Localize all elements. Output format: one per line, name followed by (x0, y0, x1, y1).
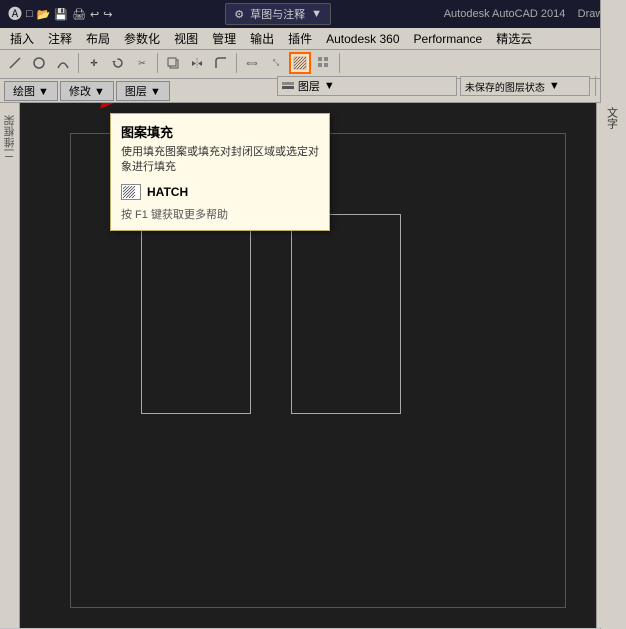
menu-layout[interactable]: 布局 (80, 28, 116, 49)
modify-tab[interactable]: 修改 ▼ (60, 81, 114, 101)
circle-btn[interactable] (28, 52, 50, 74)
arrow-container (100, 103, 130, 113)
menu-insert[interactable]: 插入 (4, 28, 40, 49)
chevron-icon: ▼ (324, 80, 335, 92)
chevron2-icon: ▼ (549, 80, 560, 92)
redo-icon[interactable]: ↪ (103, 8, 112, 21)
sep1 (78, 53, 79, 73)
tooltip-popup: 图案填充 使用填充图案或填充对封闭区域或选定对象进行填充 HATCH (110, 113, 330, 231)
hatch-btn[interactable] (289, 52, 311, 74)
tooltip-command-row: HATCH (121, 184, 319, 200)
title-bar: 🅐 □ 📂 💾 🖨 ↩ ↪ ⚙ 草图与注释 ▼ Autodesk AutoCAD… (0, 0, 626, 28)
sep5 (595, 76, 596, 96)
print-icon[interactable]: 🖨 (72, 8, 86, 21)
modify-tab-label: 修改 ▼ (69, 86, 105, 98)
fillet-btn[interactable] (210, 52, 232, 74)
new-icon[interactable]: □ (26, 8, 33, 20)
workspace-dropdown[interactable]: ⚙ 草图与注释 ▼ (225, 3, 331, 25)
sidebar-label: 二维框架 (2, 115, 18, 159)
menu-parametric[interactable]: 参数化 (118, 28, 166, 49)
canvas-area[interactable]: 图案填充 使用填充图案或填充对封闭区域或选定对象进行填充 HATCH (20, 103, 596, 628)
trim-btn[interactable]: ✂ (131, 52, 153, 74)
chevron-down-icon: ▼ (311, 8, 322, 20)
layer-icon (282, 80, 294, 93)
toolbar-right: 图层 ▼ 未保存的图层状态 ▼ 0 (277, 76, 622, 96)
menu-annotation[interactable]: 注释 (42, 28, 78, 49)
title-right: Autodesk AutoCAD 2014 Drawing (444, 8, 618, 20)
stretch-btn[interactable]: ⟺ (241, 52, 263, 74)
drawing-box-right (291, 214, 401, 414)
move-btn[interactable]: ✛ (83, 52, 105, 74)
menu-performance[interactable]: Performance (408, 30, 489, 48)
text-panel-label: 文字 (604, 107, 620, 129)
main-content: 二维框架 图案填充 使用填充图案或填充对封闭区域或选定对象进行填充 (0, 103, 626, 628)
gear-icon: ⚙ (234, 8, 244, 21)
toolbar-area: ✛ ✂ ⟺ ⤡ (0, 50, 626, 79)
open-icon[interactable]: 📂 (37, 8, 51, 21)
layer-dropdown[interactable]: 图层 ▼ (277, 76, 457, 96)
menu-bar: 插入 注释 布局 参数化 视图 管理 输出 插件 Autodesk 360 Pe… (0, 28, 626, 50)
sep4 (339, 53, 340, 73)
right-panel: 文字 (596, 103, 626, 628)
menu-view[interactable]: 视图 (168, 28, 204, 49)
layer-label: 图层 (298, 78, 320, 94)
layer-tab[interactable]: 图层 ▼ (116, 81, 170, 101)
hatch-command-icon (121, 184, 141, 200)
sep2 (157, 53, 158, 73)
toolbar-row-1: ✛ ✂ ⟺ ⤡ (0, 50, 626, 78)
mirror-btn[interactable] (186, 52, 208, 74)
draw-tab-label: 绘图 ▼ (13, 86, 49, 98)
state-dropdown[interactable]: 未保存的图层状态 ▼ (460, 76, 590, 96)
layer-tab-label: 图层 ▼ (125, 86, 161, 98)
array-btn[interactable] (313, 52, 335, 74)
scale-btn[interactable]: ⤡ (265, 52, 287, 74)
tooltip-hint: 按 F1 键获取更多帮助 (121, 206, 319, 222)
menu-featured[interactable]: 精选云 (490, 28, 538, 49)
menu-output[interactable]: 输出 (244, 28, 280, 49)
app-icon: 🅐 (8, 4, 22, 24)
tooltip-description: 使用填充图案或填充对封闭区域或选定对象进行填充 (121, 145, 319, 176)
rotate-btn[interactable] (107, 52, 129, 74)
menu-autodesk360[interactable]: Autodesk 360 (320, 30, 405, 48)
arc-btn[interactable] (52, 52, 74, 74)
hatch-command-label: HATCH (147, 185, 188, 199)
title-center: ⚙ 草图与注释 ▼ (118, 3, 437, 25)
save-icon[interactable]: 💾 (54, 8, 68, 21)
left-sidebar: 二维框架 (0, 103, 20, 628)
sep3 (236, 53, 237, 73)
app-title: Autodesk AutoCAD 2014 (444, 8, 566, 20)
copy-btn[interactable] (162, 52, 184, 74)
undo-icon[interactable]: ↩ (90, 8, 99, 21)
menu-plugin[interactable]: 插件 (282, 28, 318, 49)
menu-manage[interactable]: 管理 (206, 28, 242, 49)
line-btn[interactable] (4, 52, 26, 74)
draw-tab[interactable]: 绘图 ▼ (4, 81, 58, 101)
drawing-box-left (141, 214, 251, 414)
title-bar-left-icons: 🅐 □ 📂 💾 🖨 ↩ ↪ (8, 4, 112, 24)
workspace-label: 草图与注释 (250, 6, 305, 22)
tooltip-title: 图案填充 (121, 122, 319, 141)
state-label: 未保存的图层状态 (465, 79, 545, 94)
